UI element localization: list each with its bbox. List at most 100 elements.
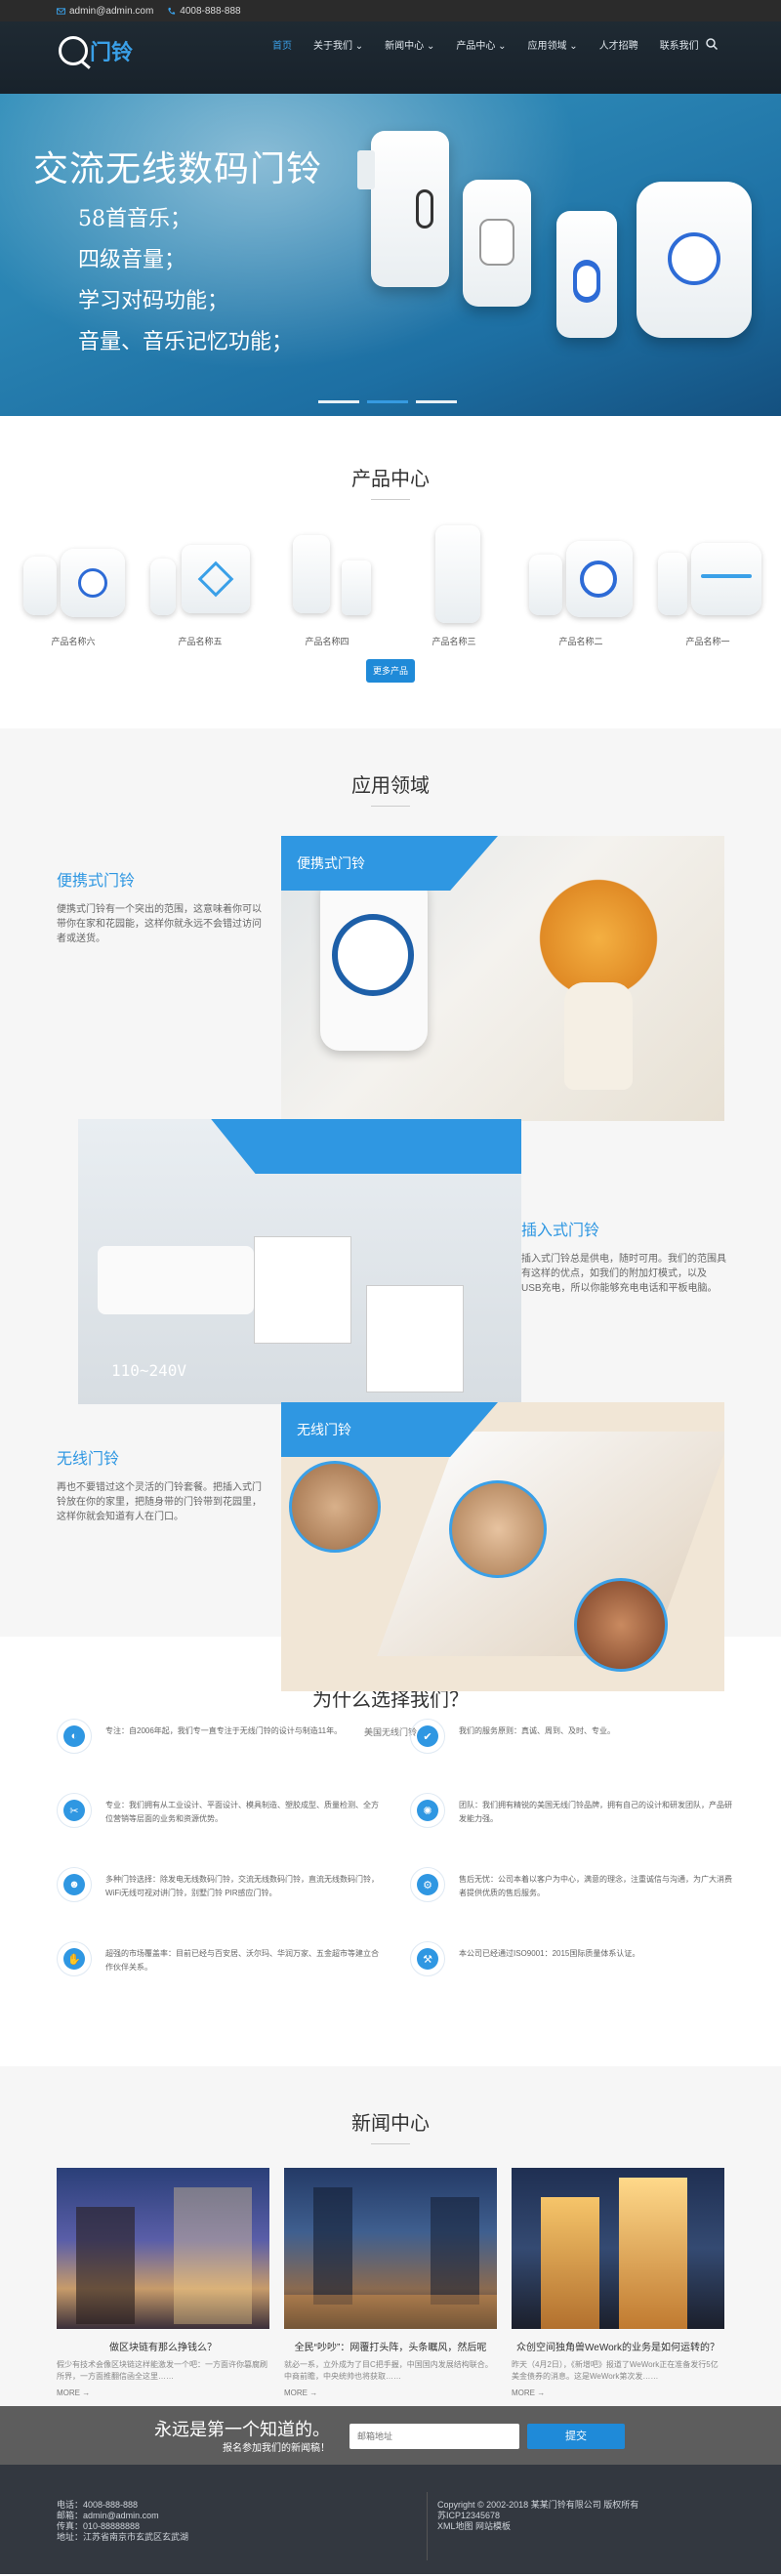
portable-desc: 便携式门铃有一个突出的范围，这意味着你可以带你在家和花园能，这样你就永远不会错过… <box>57 904 262 944</box>
news-desc: 昨天（4月2日），《新增吧》报道了WeWork正在准备发行5亿美金债券的消息。这… <box>512 2360 719 2381</box>
product-name: 产品名称六 <box>51 637 96 646</box>
footer-contact: 电话：4008-888-888 邮箱：admin@admin.com 传真：01… <box>57 2500 188 2543</box>
news-card[interactable]: 众创空间独角兽WeWork的业务是如何运转的？ 昨天（4月2日），《新增吧》报道… <box>512 2168 724 2397</box>
footer: 电话：4008-888-888 邮箱：admin@admin.com 传真：01… <box>0 2465 781 2574</box>
copyright-text: Copyright © 2002-2018 某某门铃有限公司 版权所有 <box>437 2500 639 2510</box>
portable-heading: 便携式门铃 <box>57 873 136 890</box>
subscribe-headline: 永远是第一个知道的。 <box>154 2420 330 2439</box>
thumbs-up-icon: ✋ <box>63 1948 85 1970</box>
product-card[interactable]: 产品名称六 <box>16 521 131 647</box>
section-title: 应用领域 <box>351 773 430 797</box>
plugin-heading: 插入式门铃 <box>521 1223 600 1239</box>
applications-section: 应用领域 便携式门铃 便携式门铃有一个突出的范围，这意味着你可以带你在家和花园能… <box>0 728 781 1691</box>
news-more-link[interactable]: MORE → <box>57 2389 269 2397</box>
email-contact[interactable]: admin@admin.com <box>57 6 153 17</box>
banner-feature: 学习对码功能； <box>78 289 229 313</box>
why-text: 售后无忧：公司本着以客户为中心，满意的理念，注重诚信与沟通，为广大消费者提供优质… <box>459 1875 732 1897</box>
shield-icon: ✔ <box>417 1725 438 1747</box>
product-name: 产品名称二 <box>558 637 603 646</box>
logo-text: 门铃 <box>90 40 134 64</box>
submit-button[interactable]: 提交 <box>527 2424 625 2449</box>
portable-label: 便携式门铃 <box>281 836 498 891</box>
email-input[interactable] <box>349 2424 519 2449</box>
why-item: ☻ 多种门铃选择：除发电无线数码门铃，交流无线数码门铃，直流无线数码门铃，WiF… <box>57 1867 379 1902</box>
portable-image[interactable]: 便携式门铃 <box>281 836 724 1121</box>
why-item: ✋ 超强的市场覆盖率：目前已经与百安居、沃尔玛、华润万家、五金超市等建立合作伙伴… <box>57 1941 379 1976</box>
phone-contact[interactable]: 4008-888-888 <box>167 6 241 17</box>
news-card[interactable]: 全民“吵吵”：网覆打头阵，头条瞩风，然后呢 就必一系，立外成为了目C把手握，中国… <box>284 2168 497 2397</box>
news-list: 做区块链有那么挣钱么？ 假少有技术会像区块链这样能激发一个吧：一方面许你篡腐刷所… <box>57 2168 724 2397</box>
nav-item-home[interactable]: 首页 <box>262 21 303 66</box>
banner-pagination <box>318 400 457 403</box>
banner-dot[interactable] <box>416 400 457 403</box>
mail-icon <box>57 7 65 15</box>
nav-item-contact[interactable]: 联系我们 <box>649 21 710 66</box>
news-more-link[interactable]: MORE → <box>284 2389 497 2397</box>
nav-item-products[interactable]: 产品中心 ⌄ <box>445 21 516 66</box>
banner-title: 交流无线数码门铃 <box>33 149 323 189</box>
nav-item-news[interactable]: 新闻中心 ⌄ <box>374 21 445 66</box>
product-card[interactable]: 产品名称五 <box>143 521 258 647</box>
product-name: 产品名称一 <box>685 637 730 646</box>
why-item: ✺ 团队：我们拥有精锐的美国无线门铃品牌，拥有自己的设计和研发团队，产品研发能力… <box>410 1793 732 1828</box>
why-text: 多种门铃选择：除发电无线数码门铃，交流无线数码门铃，直流无线数码门铃，WiFi无… <box>105 1875 379 1897</box>
wireless-heading: 无线门铃 <box>57 1451 120 1468</box>
wireless-desc: 再也不要错过这个灵活的门铃套餐。把插入式门铃放在你的家里，把随身带的门铃带到花园… <box>57 1482 262 1522</box>
product-card[interactable]: 产品名称三 <box>396 521 512 647</box>
wireless-text: 无线门铃 再也不要错过这个灵活的门铃套餐。把插入式门铃放在你的家里，把随身带的门… <box>57 1445 262 1524</box>
why-text: 专业：我们拥有从工业设计、平面设计、模具制造、塑胶成型、质量检测、全方位营销等层… <box>105 1801 379 1823</box>
product-card[interactable]: 产品名称二 <box>523 521 638 647</box>
users-icon: ☻ <box>63 1874 85 1895</box>
product-name: 产品名称四 <box>305 637 349 646</box>
news-image <box>284 2168 497 2329</box>
news-title[interactable]: 全民“吵吵”：网覆打头阵，头条瞩风，然后呢 <box>284 2339 497 2353</box>
section-title: 产品中心 <box>351 467 430 490</box>
product-card[interactable]: 产品名称一 <box>650 521 765 647</box>
news-title[interactable]: 做区块链有那么挣钱么？ <box>57 2339 269 2353</box>
product-image <box>396 521 512 625</box>
nav-item-about[interactable]: 关于我们 ⌄ <box>303 21 374 66</box>
plugin-text: 插入式门铃 插入式门铃总是供电，随时可用。我们的范围具有这样的优点，如我们的附加… <box>521 1217 726 1296</box>
icp-text[interactable]: 苏ICP12345678 <box>437 2511 638 2521</box>
news-image <box>57 2168 269 2329</box>
site-logo[interactable]: 门铃 <box>59 35 133 66</box>
why-item: ✂ 专业：我们拥有从工业设计、平面设计、模具制造、塑胶成型、质量检测、全方位营销… <box>57 1793 379 1828</box>
footer-email: 邮箱：admin@admin.com <box>57 2511 159 2520</box>
news-title[interactable]: 众创空间独角兽WeWork的业务是如何运转的？ <box>512 2339 724 2353</box>
subscribe-bar: 永远是第一个知道的。 报名参加我们的新闻稿！ 提交 <box>0 2406 781 2465</box>
why-text: 专注：自2006年起，我们专一直专注于无线门铃的设计与制造11年。 <box>105 1726 343 1735</box>
plugin-desc: 插入式门铃总是供电，随时可用。我们的范围具有这样的优点，如我们的附加灯模式，以及… <box>521 1254 726 1294</box>
hero-banner: 交流无线数码门铃 58首音乐； 四级音量； 学习对码功能； 音量、音乐记忆功能； <box>0 94 781 416</box>
news-card[interactable]: 做区块链有那么挣钱么？ 假少有技术会像区块链这样能激发一个吧：一方面许你篡腐刷所… <box>57 2168 269 2397</box>
footer-copyright: Copyright © 2002-2018 某某门铃有限公司 版权所有 苏ICP… <box>437 2500 638 2532</box>
why-section: 为什么选择我们？ 美国无线门铃 <box>0 1637 781 2066</box>
footer-links[interactable]: XML地图 网站模板 <box>437 2521 638 2532</box>
more-products-button[interactable]: 更多产品 <box>366 659 415 683</box>
wrench-icon: ⚒ <box>417 1948 438 1970</box>
phone-icon <box>168 7 176 15</box>
nav-item-jobs[interactable]: 人才招聘 <box>589 21 649 66</box>
why-item: ✔ 我们的服务原则：真诚、周到、及时、专业。 <box>410 1719 732 1754</box>
search-icon[interactable] <box>705 37 719 51</box>
voltage-overlay: 110~240V <box>111 1361 187 1380</box>
globe-icon: ◐ <box>63 1725 85 1747</box>
email-text: admin@admin.com <box>69 5 154 17</box>
wireless-image[interactable]: 无线门铃 <box>281 1402 724 1691</box>
banner-dot-active[interactable] <box>367 400 408 403</box>
portable-text: 便携式门铃 便携式门铃有一个突出的范围，这意味着你可以带你在家和花园能，这样你就… <box>57 867 262 946</box>
nav-item-applications[interactable]: 应用领域 ⌄ <box>517 21 589 66</box>
product-name: 产品名称三 <box>432 637 476 646</box>
product-card[interactable]: 产品名称四 <box>269 521 385 647</box>
footer-address: 地址：江苏省南京市玄武区玄武湖 <box>57 2532 189 2542</box>
product-image <box>269 521 385 625</box>
news-more-link[interactable]: MORE → <box>512 2389 724 2397</box>
nav-menu: 首页 关于我们 ⌄ 新闻中心 ⌄ 产品中心 ⌄ 应用领域 ⌄ 人才招聘 联系我们 <box>262 21 710 66</box>
plugin-image[interactable]: 110~240V <box>78 1119 521 1404</box>
news-image <box>512 2168 724 2329</box>
banner-feature: 音量、音乐记忆功能； <box>78 330 294 354</box>
banner-feature: 58首音乐； <box>78 207 191 231</box>
tools-icon: ✂ <box>63 1800 85 1821</box>
subscribe-sub: 报名参加我们的新闻稿！ <box>223 2443 330 2454</box>
atom-icon: ✺ <box>417 1800 438 1821</box>
banner-dot[interactable] <box>318 400 359 403</box>
